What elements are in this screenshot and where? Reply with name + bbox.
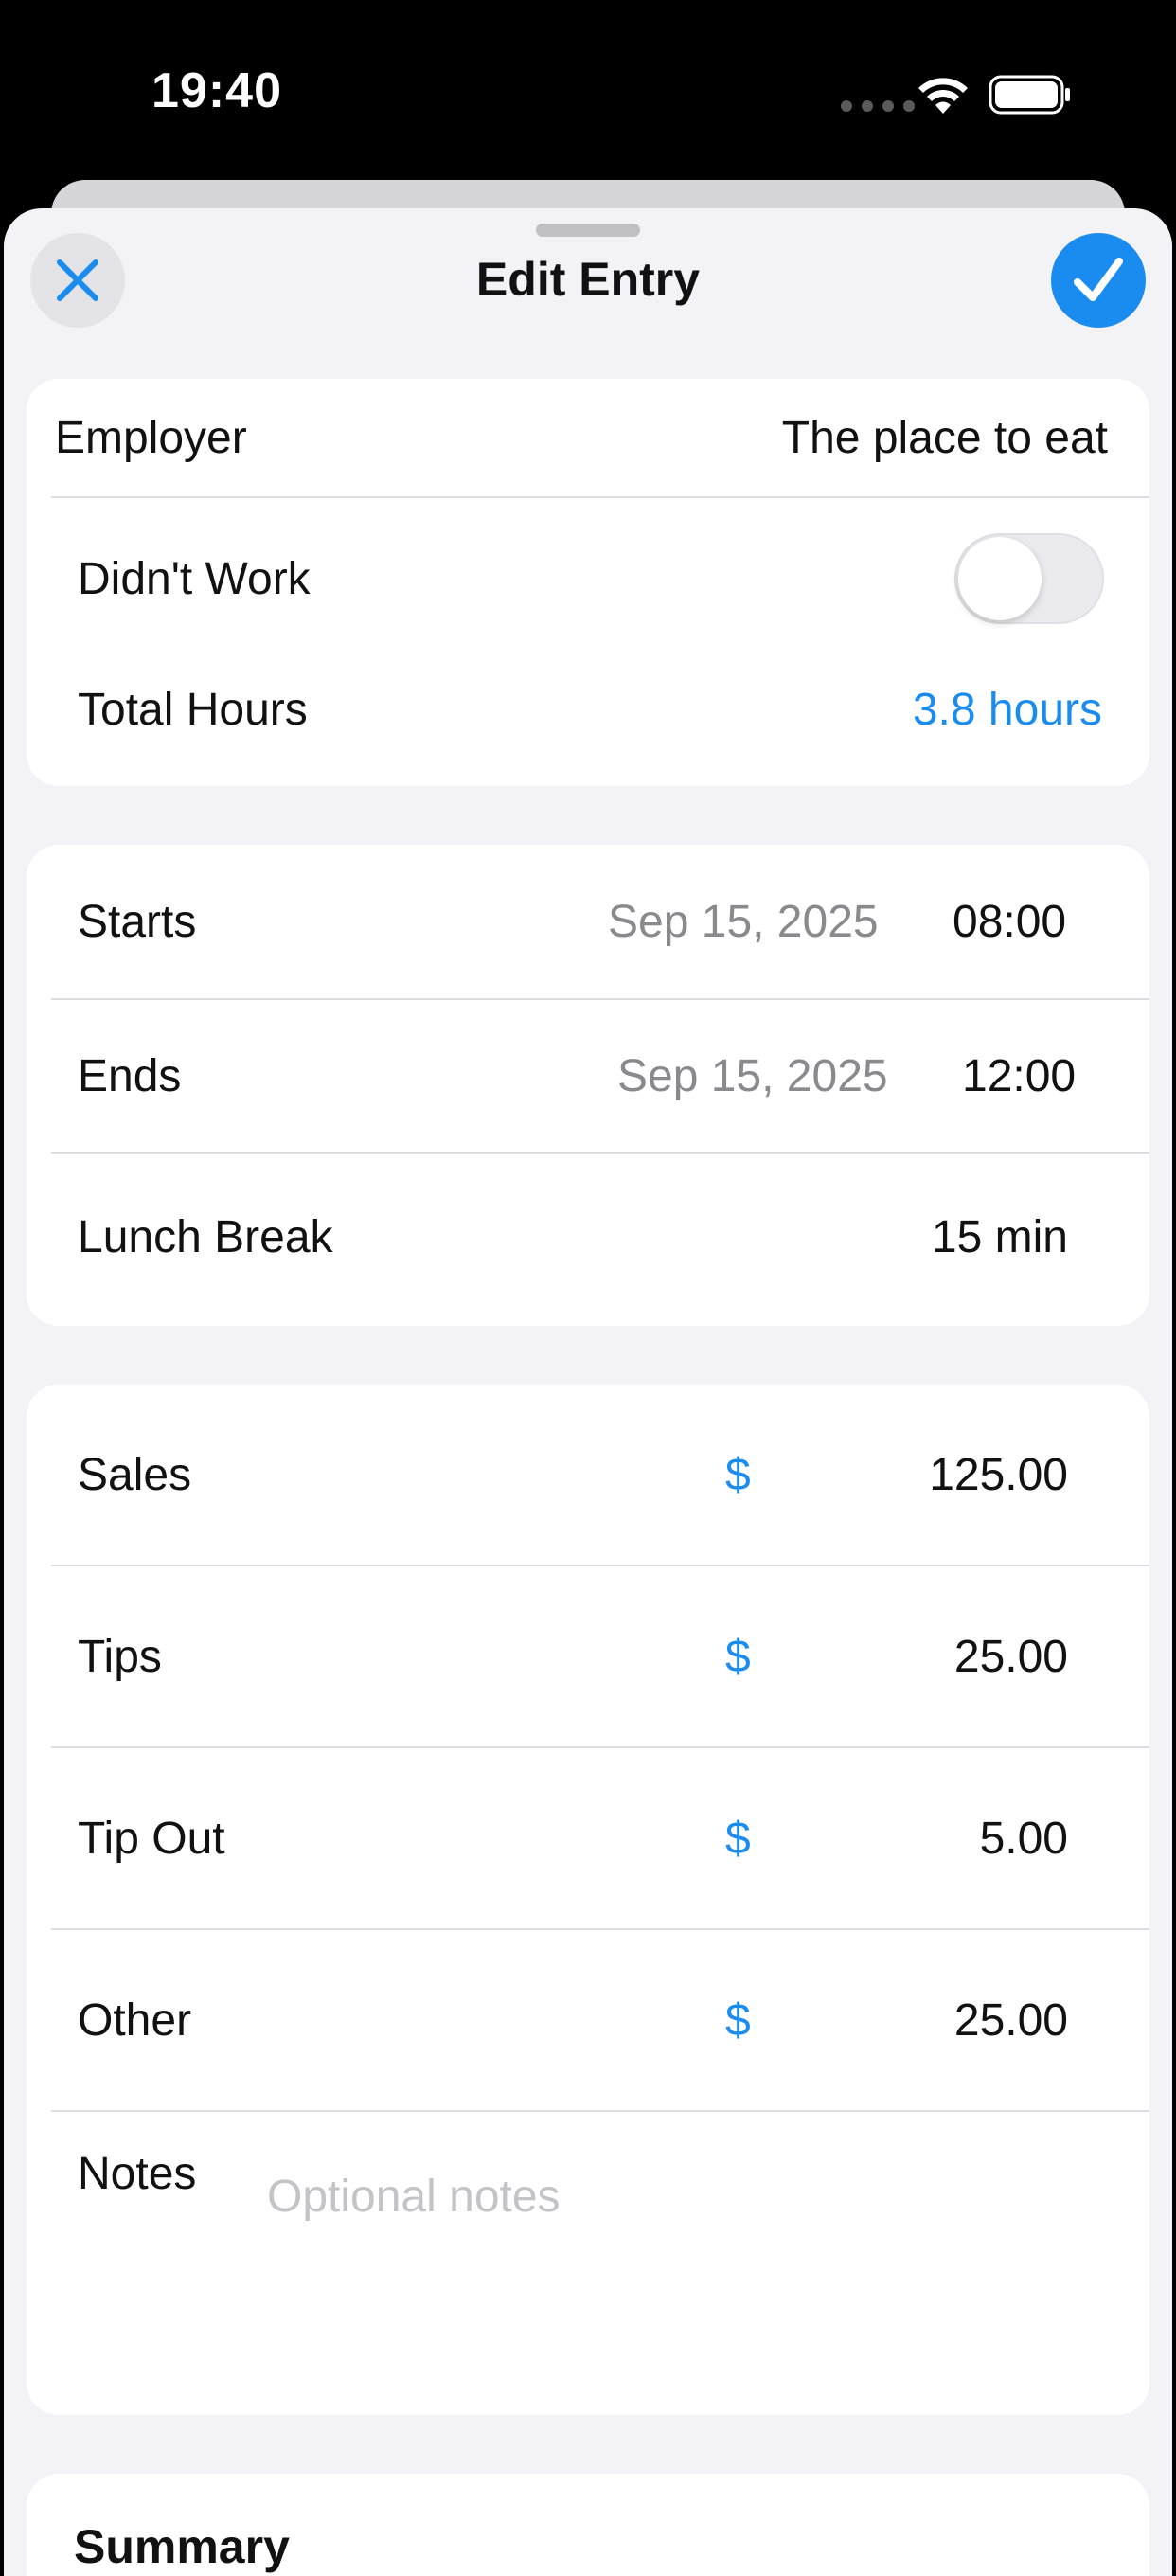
ends-row: Ends Sep 15, 2025 12:00 — [27, 1000, 1149, 1152]
tips-input[interactable]: 25.00 — [954, 1631, 1068, 1683]
didnt-work-label: Didn't Work — [78, 553, 311, 604]
other-input[interactable]: 25.00 — [954, 1995, 1068, 2047]
starts-time-picker[interactable]: 08:00 — [953, 896, 1066, 948]
tip-out-label: Tip Out — [78, 1813, 225, 1864]
starts-date-picker[interactable]: Sep 15, 2025 — [608, 896, 879, 948]
wifi-icon — [918, 78, 968, 114]
total-hours-label: Total Hours — [78, 684, 308, 735]
sales-input[interactable]: 125.00 — [929, 1449, 1068, 1501]
battery-icon — [989, 75, 1070, 115]
tips-row: Tips $ 25.00 — [27, 1566, 1149, 1746]
notes-row: Notes Optional notes — [27, 2112, 1149, 2415]
lunch-break-picker[interactable]: 15 min — [932, 1211, 1068, 1263]
cellular-signal-icon — [841, 100, 915, 112]
tips-label: Tips — [78, 1631, 162, 1682]
summary-card: Summary — [27, 2474, 1149, 2576]
ends-date-picker[interactable]: Sep 15, 2025 — [617, 1050, 888, 1102]
employer-row[interactable]: Employer The place to eat — [27, 379, 1149, 496]
toggle-knob — [958, 537, 1042, 620]
checkmark-icon — [1074, 258, 1123, 301]
ends-time-picker[interactable]: 12:00 — [962, 1050, 1076, 1102]
employer-value: The place to eat — [781, 412, 1108, 463]
starts-row: Starts Sep 15, 2025 08:00 — [27, 845, 1149, 998]
edit-entry-sheet: Edit Entry Employer The place to eat Did… — [4, 208, 1172, 2576]
employer-card: Employer The place to eat Didn't Work To… — [27, 379, 1149, 786]
sales-label: Sales — [78, 1449, 192, 1500]
tip-out-currency: $ — [725, 1813, 751, 1864]
total-hours-row: Total Hours 3.8 hours — [27, 659, 1149, 760]
schedule-card: Starts Sep 15, 2025 08:00 Ends Sep 15, 2… — [27, 845, 1149, 1326]
sheet-grabber[interactable] — [536, 224, 640, 237]
lunch-break-row: Lunch Break 15 min — [27, 1154, 1149, 1320]
didnt-work-row: Didn't Work — [27, 498, 1149, 659]
confirm-button[interactable] — [1051, 233, 1146, 328]
lunch-break-label: Lunch Break — [78, 1211, 333, 1262]
didnt-work-toggle[interactable] — [954, 533, 1104, 624]
other-currency: $ — [725, 1995, 751, 2046]
notes-input[interactable]: Optional notes — [267, 2171, 561, 2223]
starts-label: Starts — [78, 896, 197, 947]
employer-label: Employer — [55, 412, 247, 463]
other-row: Other $ 25.00 — [27, 1930, 1149, 2110]
status-bar: 19:40 — [0, 0, 1176, 180]
summary-title: Summary — [74, 2520, 290, 2573]
tip-out-row: Tip Out $ 5.00 — [27, 1748, 1149, 1928]
sales-currency: $ — [725, 1449, 751, 1500]
tip-out-input[interactable]: 5.00 — [980, 1813, 1068, 1865]
notes-label: Notes — [78, 2149, 197, 2199]
page-title: Edit Entry — [475, 253, 701, 306]
ends-label: Ends — [78, 1050, 182, 1101]
other-label: Other — [78, 1995, 192, 2046]
tips-currency: $ — [725, 1631, 751, 1682]
total-hours-value: 3.8 hours — [912, 684, 1102, 735]
sales-row: Sales $ 125.00 — [27, 1385, 1149, 1565]
status-time: 19:40 — [151, 63, 282, 118]
earnings-card: Sales $ 125.00 Tips $ 25.00 Tip Out $ 5.… — [27, 1385, 1149, 2415]
